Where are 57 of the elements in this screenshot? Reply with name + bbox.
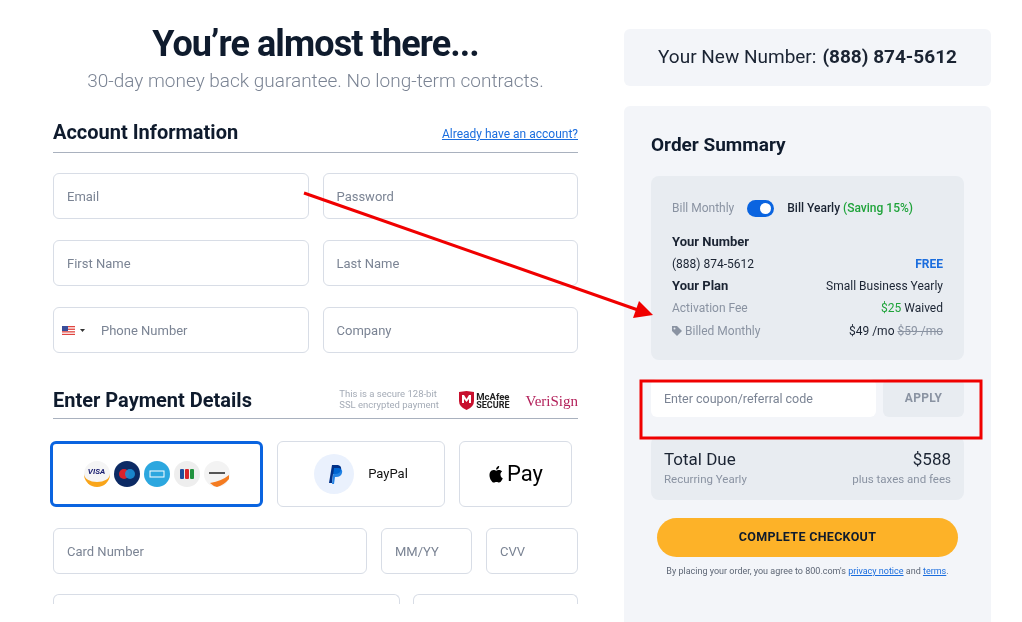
summary-title: Order Summary: [651, 133, 787, 157]
input-field[interactable]: Card Number: [53, 528, 367, 574]
input-field[interactable]: [53, 594, 400, 604]
input-field[interactable]: CVV: [486, 528, 578, 574]
badge-text: McAfee: [476, 391, 510, 401]
card-logo-icon: [143, 461, 170, 487]
input-field[interactable]: First Name: [53, 240, 309, 286]
tag-icon: [672, 326, 682, 336]
phone-field[interactable]: Phone Number: [53, 307, 309, 353]
summary-label: Your Number: [672, 233, 750, 252]
summary-value: (888) 874-5612: [672, 256, 755, 273]
phone-number: (888) 874-5612: [822, 44, 957, 71]
coupon-field[interactable]: Enter coupon/referral code: [651, 379, 876, 417]
payment-option[interactable]: VISA: [50, 441, 263, 507]
total-amount: $588: [912, 448, 951, 470]
page-heading: You’re almost there...: [151, 22, 480, 66]
secure-note: This is a secure 128-bit SSL encrypted payment: [339, 388, 440, 410]
caret-icon[interactable]: [80, 329, 85, 332]
summary-value: Small Business Yearly: [826, 277, 943, 295]
input-field[interactable]: [413, 594, 578, 604]
price-tag: FREE: [915, 255, 943, 273]
input-field[interactable]: MM/YY: [381, 528, 472, 574]
card-logo: VISA: [83, 461, 110, 487]
billing-toggle[interactable]: [747, 199, 775, 217]
card-logo-icon: [113, 461, 140, 487]
card-logo-icon: [173, 461, 200, 487]
apple-icon: [488, 465, 503, 483]
legal-text: By placing your order, you agree to 800.com's privacy notice and terms.: [665, 565, 950, 579]
payment-option[interactable]: PayPal: [277, 441, 445, 507]
card-logo-icon: [203, 461, 230, 487]
badge-text: SECURE: [476, 400, 510, 410]
paypal-icon: [314, 454, 355, 494]
login-link[interactable]: Already have an account?: [441, 125, 578, 143]
subheading: 30-day money back guarantee. No long-term contracts.: [86, 68, 545, 94]
section-title: Enter Payment Details: [53, 387, 253, 414]
summary-label: Your Plan: [672, 276, 729, 295]
payment-option[interactable]: Pay: [459, 441, 572, 507]
privacy-link[interactable]: privacy notice: [848, 566, 904, 577]
checkout-button[interactable]: COMPLETE CHECKOUT: [657, 518, 958, 558]
summary-value: $49 /mo $59 /mo: [848, 323, 943, 340]
total-label: Total Due: [664, 448, 736, 470]
input-field[interactable]: Company: [322, 307, 578, 353]
billing-label: Bill Monthly: [672, 200, 735, 217]
summary-label: Activation Fee: [672, 300, 748, 317]
section-title: Account Information: [53, 119, 239, 146]
verisign-logo: VeriSign: [525, 392, 578, 410]
flag-icon[interactable]: [62, 326, 75, 335]
total-note: plus taxes and fees: [852, 471, 951, 488]
total-note: Recurring Yearly: [664, 471, 747, 488]
input-field[interactable]: Last Name: [322, 240, 578, 286]
input-field[interactable]: Password: [322, 173, 578, 219]
input-field[interactable]: Email: [53, 173, 309, 219]
summary-label: Billed Monthly: [685, 323, 761, 340]
shield-icon: [459, 391, 475, 410]
billing-label: Bill Yearly (Saving 15%): [787, 200, 913, 217]
summary-value: $25 Waived: [881, 300, 943, 317]
banner-label: Your New Number:: [658, 44, 817, 71]
